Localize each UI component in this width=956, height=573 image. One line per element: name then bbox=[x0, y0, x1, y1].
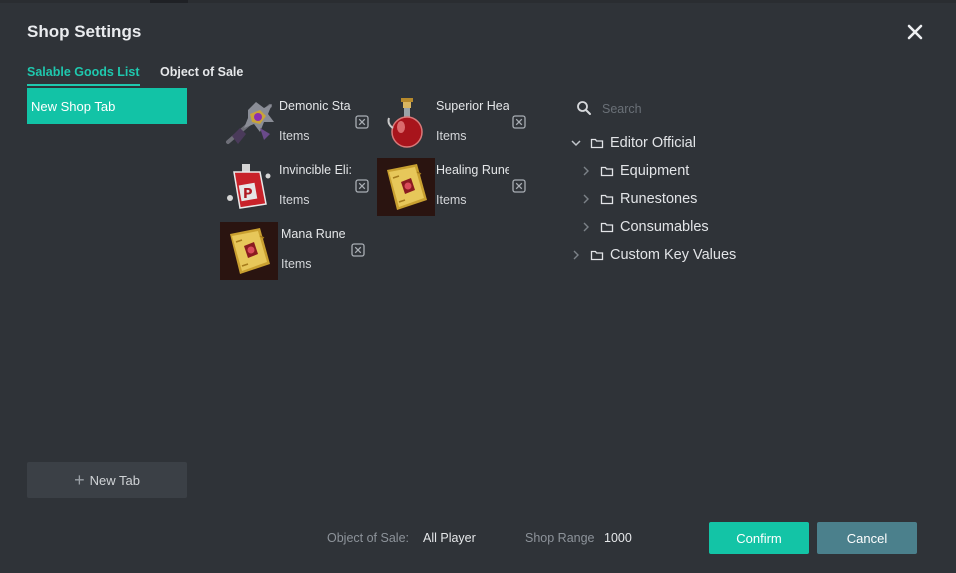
search-input[interactable] bbox=[602, 98, 772, 120]
close-button[interactable] bbox=[904, 21, 926, 43]
shop-range-label: Shop Range bbox=[525, 531, 595, 545]
tree-node-runestones[interactable]: Runestones bbox=[578, 187, 697, 211]
tree-node-label: Custom Key Values bbox=[610, 247, 737, 263]
remove-icon bbox=[355, 115, 369, 129]
remove-item-button[interactable] bbox=[351, 243, 365, 257]
tree-node-consumables[interactable]: Consumables bbox=[578, 215, 709, 239]
goods-item[interactable]: Healing Rune Items bbox=[375, 157, 526, 217]
superior-health-potion-icon bbox=[377, 94, 435, 152]
tree-node-label: Equipment bbox=[620, 163, 690, 179]
close-icon bbox=[907, 24, 923, 40]
chevron-right-icon[interactable] bbox=[578, 219, 594, 235]
goods-item[interactable]: Mana Rune Items bbox=[218, 221, 368, 281]
goods-item-name: Demonic Sta bbox=[279, 99, 351, 113]
remove-icon bbox=[351, 243, 365, 257]
folder-icon bbox=[600, 192, 614, 206]
goods-item-type: Items bbox=[436, 129, 467, 143]
plus-icon: + bbox=[74, 470, 85, 490]
chevron-down-icon[interactable] bbox=[568, 135, 584, 151]
remove-icon bbox=[512, 179, 526, 193]
dialog-title: Shop Settings bbox=[27, 22, 142, 41]
goods-item-name: Superior Hea bbox=[436, 99, 509, 113]
chevron-right-icon[interactable] bbox=[578, 191, 594, 207]
search-box bbox=[576, 98, 776, 120]
tree-node-editor-official[interactable]: Editor Official bbox=[568, 131, 696, 155]
demonic-staff-icon bbox=[220, 94, 278, 152]
remove-item-button[interactable] bbox=[512, 115, 526, 129]
folder-icon bbox=[590, 136, 604, 150]
remove-item-button[interactable] bbox=[355, 115, 369, 129]
invincible-elixir-icon: P bbox=[220, 158, 278, 216]
folder-icon bbox=[600, 220, 614, 234]
remove-item-button[interactable] bbox=[355, 179, 369, 193]
goods-item-type: Items bbox=[281, 257, 312, 271]
goods-item-name: Mana Rune bbox=[281, 227, 346, 241]
confirm-button[interactable]: Confirm bbox=[709, 522, 809, 554]
folder-icon bbox=[590, 248, 604, 262]
shop-tab-item[interactable]: New Shop Tab bbox=[27, 88, 187, 124]
remove-item-button[interactable] bbox=[512, 179, 526, 193]
shop-settings-dialog: Shop Settings Salable Goods List Object … bbox=[0, 3, 956, 573]
tree-node-custom-key-values[interactable]: Custom Key Values bbox=[568, 243, 736, 267]
active-tab-indicator bbox=[27, 84, 140, 86]
goods-item[interactable]: Superior Hea Items bbox=[375, 93, 526, 153]
tree-node-label: Editor Official bbox=[610, 135, 696, 151]
svg-text:P: P bbox=[243, 187, 253, 202]
goods-item-name: Invincible Eli: bbox=[279, 163, 352, 177]
tab-object-of-sale[interactable]: Object of Sale bbox=[160, 65, 243, 79]
goods-item[interactable]: P Invincible Eli: Items bbox=[218, 157, 369, 217]
tree-node-equipment[interactable]: Equipment bbox=[578, 159, 689, 183]
shop-range-value[interactable]: 1000 bbox=[604, 531, 632, 545]
healing-rune-icon bbox=[377, 158, 435, 216]
folder-icon bbox=[600, 164, 614, 178]
remove-icon bbox=[355, 179, 369, 193]
goods-list: Demonic Sta Items Superior Hea Items P I… bbox=[218, 93, 538, 293]
tab-salable-goods-list[interactable]: Salable Goods List bbox=[27, 65, 140, 79]
goods-item[interactable]: Demonic Sta Items bbox=[218, 93, 369, 153]
object-of-sale-label: Object of Sale: bbox=[327, 531, 409, 545]
remove-icon bbox=[512, 115, 526, 129]
cancel-button[interactable]: Cancel bbox=[817, 522, 917, 554]
new-tab-label: New Tab bbox=[89, 472, 140, 488]
goods-item-type: Items bbox=[279, 129, 310, 143]
goods-item-type: Items bbox=[279, 193, 310, 207]
object-of-sale-value[interactable]: All Player bbox=[423, 531, 476, 545]
tree-node-label: Runestones bbox=[620, 191, 698, 207]
chevron-right-icon[interactable] bbox=[578, 163, 594, 179]
tree-node-label: Consumables bbox=[620, 219, 709, 235]
goods-item-name: Healing Rune bbox=[436, 163, 509, 177]
new-tab-button[interactable]: + New Tab bbox=[27, 462, 187, 498]
chevron-right-icon[interactable] bbox=[568, 247, 584, 263]
mana-rune-icon bbox=[220, 222, 278, 280]
search-icon bbox=[576, 100, 592, 116]
goods-item-type: Items bbox=[436, 193, 467, 207]
